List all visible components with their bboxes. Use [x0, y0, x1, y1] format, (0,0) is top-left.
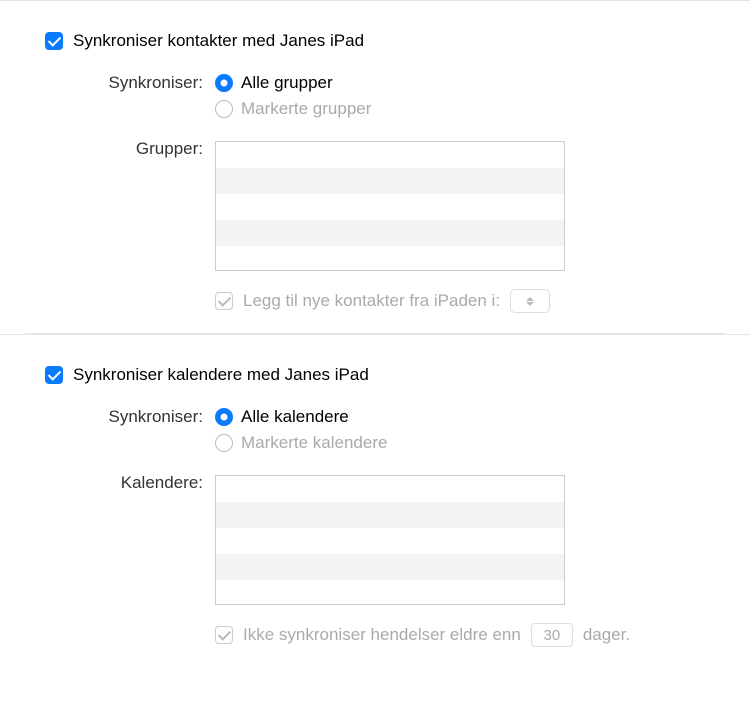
- days-suffix: dager.: [583, 625, 630, 645]
- sync-contacts-title: Synkroniser kontakter med Janes iPad: [73, 31, 364, 51]
- list-item: [216, 528, 564, 554]
- all-groups-radio[interactable]: [215, 74, 233, 92]
- all-groups-label: Alle grupper: [241, 73, 333, 93]
- calendars-header: Synkroniser kalendere med Janes iPad: [45, 365, 705, 385]
- list-item: [216, 502, 564, 528]
- list-item: [216, 194, 564, 220]
- calendars-sync-row: Synkroniser: Alle kalendere Markerte kal…: [45, 407, 705, 453]
- add-new-contacts-label: Legg til nye kontakter fra iPaden i:: [243, 291, 500, 311]
- selected-calendars-radio[interactable]: [215, 434, 233, 452]
- calendars-label: Kalendere:: [45, 473, 215, 493]
- sync-contacts-checkbox[interactable]: [45, 32, 63, 50]
- all-groups-row[interactable]: Alle grupper: [215, 73, 705, 93]
- groups-row: Grupper:: [45, 139, 705, 271]
- selected-calendars-label: Markerte kalendere: [241, 433, 387, 453]
- list-item: [216, 476, 564, 502]
- all-calendars-radio[interactable]: [215, 408, 233, 426]
- sync-calendars-title: Synkroniser kalendere med Janes iPad: [73, 365, 369, 385]
- groups-listbox[interactable]: [215, 141, 565, 271]
- selected-groups-label: Markerte grupper: [241, 99, 371, 119]
- selected-groups-radio[interactable]: [215, 100, 233, 118]
- calendars-panel: Synkroniser kalendere med Janes iPad Syn…: [0, 334, 750, 667]
- list-item: [216, 554, 564, 580]
- selected-calendars-row[interactable]: Markerte kalendere: [215, 433, 705, 453]
- list-item: [216, 142, 564, 168]
- calendars-sync-options: Alle kalendere Markerte kalendere: [215, 407, 705, 453]
- calendars-list-row: Kalendere:: [45, 473, 705, 605]
- selected-groups-row[interactable]: Markerte grupper: [215, 99, 705, 119]
- contacts-sync-row: Synkroniser: Alle grupper Markerte grupp…: [45, 73, 705, 119]
- all-calendars-row[interactable]: Alle kalendere: [215, 407, 705, 427]
- calendars-listbox[interactable]: [215, 475, 565, 605]
- groups-label: Grupper:: [45, 139, 215, 159]
- add-new-contacts-dropdown[interactable]: [510, 289, 550, 313]
- dont-sync-events-row: Ikke synkroniser hendelser eldre enn 30 …: [215, 623, 705, 647]
- groups-content: [215, 139, 705, 271]
- days-input[interactable]: 30: [531, 623, 573, 647]
- dont-sync-events-label: Ikke synkroniser hendelser eldre enn: [243, 625, 521, 645]
- list-item: [216, 220, 564, 246]
- add-new-contacts-checkbox[interactable]: [215, 292, 233, 310]
- list-item: [216, 168, 564, 194]
- contacts-panel: Synkroniser kontakter med Janes iPad Syn…: [0, 0, 750, 333]
- list-item: [216, 580, 564, 605]
- all-calendars-label: Alle kalendere: [241, 407, 349, 427]
- add-new-contacts-row: Legg til nye kontakter fra iPaden i:: [215, 289, 705, 313]
- dropdown-arrows-icon: [526, 297, 534, 306]
- contacts-sync-options: Alle grupper Markerte grupper: [215, 73, 705, 119]
- calendars-sync-label: Synkroniser:: [45, 407, 215, 427]
- dont-sync-events-checkbox[interactable]: [215, 626, 233, 644]
- contacts-header: Synkroniser kontakter med Janes iPad: [45, 31, 705, 51]
- sync-calendars-checkbox[interactable]: [45, 366, 63, 384]
- contacts-sync-label: Synkroniser:: [45, 73, 215, 93]
- list-item: [216, 246, 564, 271]
- calendars-content: [215, 473, 705, 605]
